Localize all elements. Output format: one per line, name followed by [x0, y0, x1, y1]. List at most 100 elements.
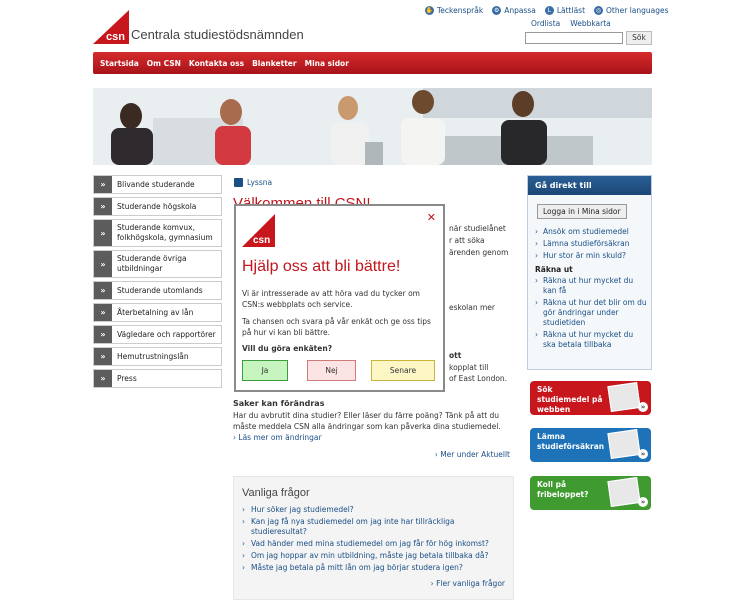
top-link-other-languages[interactable]: ◎ Other languages [594, 4, 669, 16]
sitemap-link[interactable]: Webbkarta [570, 19, 611, 28]
glossary-link[interactable]: Ordlista [531, 19, 560, 28]
no-button[interactable]: Nej [307, 360, 356, 381]
csn-logo[interactable]: csn [93, 10, 129, 44]
calculate-heading: Räkna ut [535, 265, 573, 274]
promo-income-limit[interactable]: Koll på fribeloppet? » [530, 476, 651, 510]
double-arrow-icon: » [94, 198, 112, 215]
background-text: eskolan mer [449, 303, 496, 312]
search-input[interactable] [525, 32, 623, 44]
more-faq-link[interactable]: › Fler vanliga frågor [242, 579, 505, 588]
top-link-sign-language[interactable]: ✋ Teckenspråk [425, 4, 483, 16]
secondary-links: Ordlista Webbkarta [531, 19, 611, 28]
adjust-icon: ⚙ [492, 5, 502, 15]
background-text: när studielånet [449, 224, 506, 233]
login-button[interactable]: Logga in i Mina sidor [537, 204, 627, 219]
sidebar-item-label: Studerande utomlands [117, 285, 203, 295]
sidebar-item-label: Studerande högskola [117, 201, 197, 211]
hero-image [93, 88, 652, 165]
sidebar-item-label: Studerande komvux, folkhögskola, gymnasi… [117, 223, 213, 242]
easy-read-icon: L [544, 5, 554, 15]
news-title: Saker kan förändras [233, 399, 325, 408]
nav-item-forms[interactable]: Blanketter [252, 59, 297, 68]
calculator-link[interactable]: Räkna ut hur mycket du ska betala tillba… [528, 330, 647, 350]
faq-item[interactable]: Kan jag få nya studiemedel om jag inte h… [242, 517, 505, 537]
quick-link[interactable]: Ansök om studiemedel [528, 227, 647, 237]
double-arrow-icon: » [94, 304, 112, 321]
dialog-question: Vill du göra enkäten? [242, 344, 333, 353]
svg-text:csn: csn [253, 235, 270, 246]
sidebar-item-label: Blivande studerande [117, 179, 195, 189]
sign-language-icon: ✋ [425, 5, 434, 15]
double-arrow-icon: » [94, 370, 112, 387]
faq-item[interactable]: Måste jag betala på mitt lån om jag börj… [242, 563, 505, 573]
faq-panel: Vanliga frågor Hur söker jag studiemedel… [233, 476, 514, 600]
news-text: Har du avbrutit dina studier? Eller läse… [233, 411, 501, 431]
more-news-label: Mer under Aktuellt [440, 450, 510, 459]
sidebar-item-home-equipment-loan[interactable]: » Hemutrustningslån [93, 347, 222, 366]
top-link-easy-read[interactable]: L Lättläst [544, 4, 585, 16]
double-arrow-icon: » [94, 348, 112, 365]
survey-dialog: csn ✕ Hjälp oss att bli bättre! Vi är in… [234, 204, 445, 392]
nav-item-about[interactable]: Om CSN [147, 59, 181, 68]
faq-item[interactable]: Vad händer med mina studiemedel om jag f… [242, 539, 505, 549]
top-link-label: Other languages [606, 5, 669, 15]
sidebar-item-label: Vägledare och rapportörer [117, 329, 216, 339]
later-button[interactable]: Senare [371, 360, 435, 381]
news-link-label: Läs mer om ändringar [238, 433, 322, 442]
page: csn Centrala studiestödsnämnden ✋ Teckens… [0, 0, 750, 600]
top-link-label: Anpassa [504, 5, 536, 15]
promo-apply-online[interactable]: Sök studiemedel på webben » [530, 381, 651, 415]
double-arrow-icon: » [94, 326, 112, 343]
double-arrow-icon: » [94, 220, 112, 246]
promo-study-declaration[interactable]: Lämna studieförsäkran » [530, 428, 651, 462]
double-arrow-icon: » [94, 282, 112, 299]
calculator-link[interactable]: Räkna ut hur mycket du kan få [528, 276, 647, 296]
close-icon[interactable]: ✕ [427, 211, 436, 224]
background-text: of East London. [449, 374, 508, 383]
background-text: ärenden genom [449, 248, 509, 257]
top-link-adjust[interactable]: ⚙ Anpassa [492, 4, 536, 16]
main-nav: Startsida Om CSN Kontakta oss Blanketter… [93, 52, 652, 74]
sidebar-item-counsellors[interactable]: » Vägledare och rapportörer [93, 325, 222, 344]
promo-label: Lämna studieförsäkran [537, 432, 605, 451]
double-arrow-icon: » [638, 402, 648, 412]
more-news-link[interactable]: › Mer under Aktuellt [233, 450, 510, 459]
svg-text:csn: csn [106, 31, 125, 43]
double-arrow-icon: » [94, 176, 112, 193]
top-links: ✋ Teckenspråk ⚙ Anpassa L Lättläst ◎ Other l… [425, 4, 669, 16]
csn-logo: csn [242, 214, 275, 247]
top-link-label: Teckenspråk [437, 5, 484, 15]
yes-button[interactable]: Ja [242, 360, 288, 381]
background-text: kopplat till [449, 363, 489, 372]
nav-item-contact[interactable]: Kontakta oss [189, 59, 244, 68]
sidebar-item-other-education[interactable]: » Studerande övriga utbildningar [93, 250, 222, 278]
sidebar-item-komvux[interactable]: » Studerande komvux, folkhögskola, gymnas… [93, 219, 222, 247]
quick-links-box: Gå direkt till Logga in i Mina sidor Ans… [527, 175, 652, 370]
sidebar-item-label: Hemutrustningslån [117, 351, 189, 361]
sidebar-item-press[interactable]: » Press [93, 369, 222, 388]
double-arrow-icon: » [638, 449, 648, 459]
faq-item[interactable]: Om jag hoppar av min utbildning, måste j… [242, 551, 505, 561]
nav-item-home[interactable]: Startsida [100, 59, 139, 68]
promo-label: Sök studiemedel på webben [537, 385, 603, 414]
nav-item-my-pages[interactable]: Mina sidor [305, 59, 349, 68]
calculator-link[interactable]: Räkna ut hur det blir om du gör ändringa… [528, 298, 647, 328]
sidebar-item-future-students[interactable]: » Blivande studerande [93, 175, 222, 194]
sidebar-item-repayment[interactable]: » Återbetalning av lån [93, 303, 222, 322]
double-arrow-icon: » [638, 497, 648, 507]
quick-link[interactable]: Lämna studieförsäkran [528, 239, 647, 249]
listen-button[interactable]: Lyssna [234, 178, 272, 187]
speaker-icon [234, 178, 243, 187]
news-item: Saker kan förändras Har du avbrutit dina… [233, 399, 510, 459]
sidebar-item-university[interactable]: » Studerande högskola [93, 197, 222, 216]
quick-link[interactable]: Hur stor är min skuld? [528, 251, 647, 261]
news-read-more-link[interactable]: › Läs mer om ändringar [233, 433, 510, 442]
faq-title: Vanliga frågor [242, 487, 310, 499]
globe-icon: ◎ [594, 5, 604, 15]
sidebar-item-abroad[interactable]: » Studerande utomlands [93, 281, 222, 300]
note-image [607, 429, 641, 459]
promo-label: Koll på fribeloppet? [537, 480, 589, 499]
search-button[interactable]: Sök [626, 31, 652, 45]
faq-item[interactable]: Hur söker jag studiemedel? [242, 505, 505, 515]
quick-links-title: Gå direkt till [528, 176, 651, 195]
